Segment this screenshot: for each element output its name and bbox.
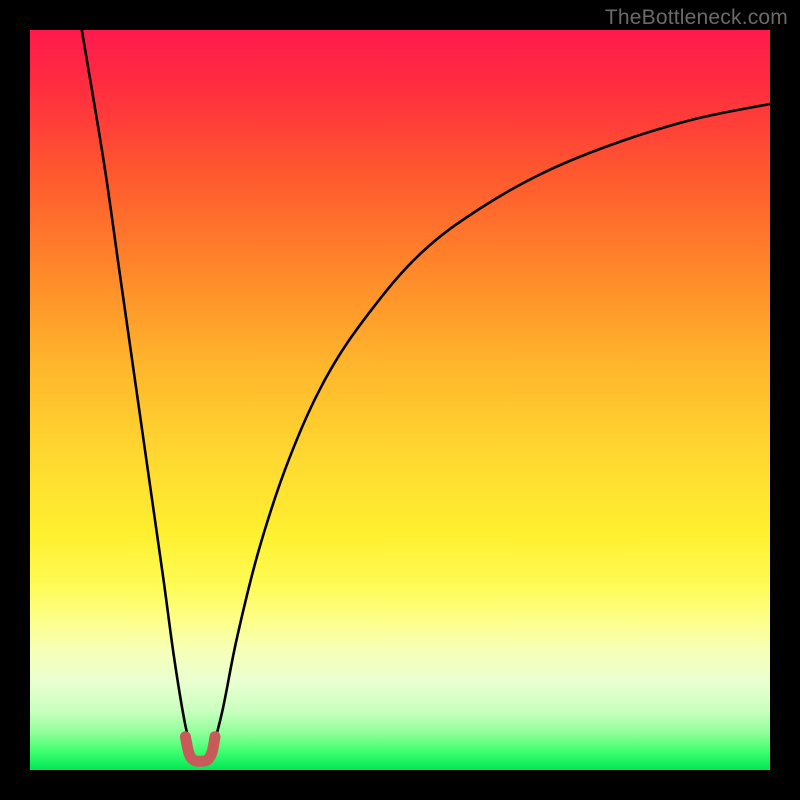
chart-frame: TheBottleneck.com: [0, 0, 800, 800]
gradient-plot-area: [30, 30, 770, 770]
watermark-text: TheBottleneck.com: [605, 6, 788, 30]
right-branch-path: [210, 104, 770, 759]
left-branch-path: [82, 30, 194, 759]
curve-layer: [30, 30, 770, 770]
valley-marker-path: [185, 737, 215, 762]
